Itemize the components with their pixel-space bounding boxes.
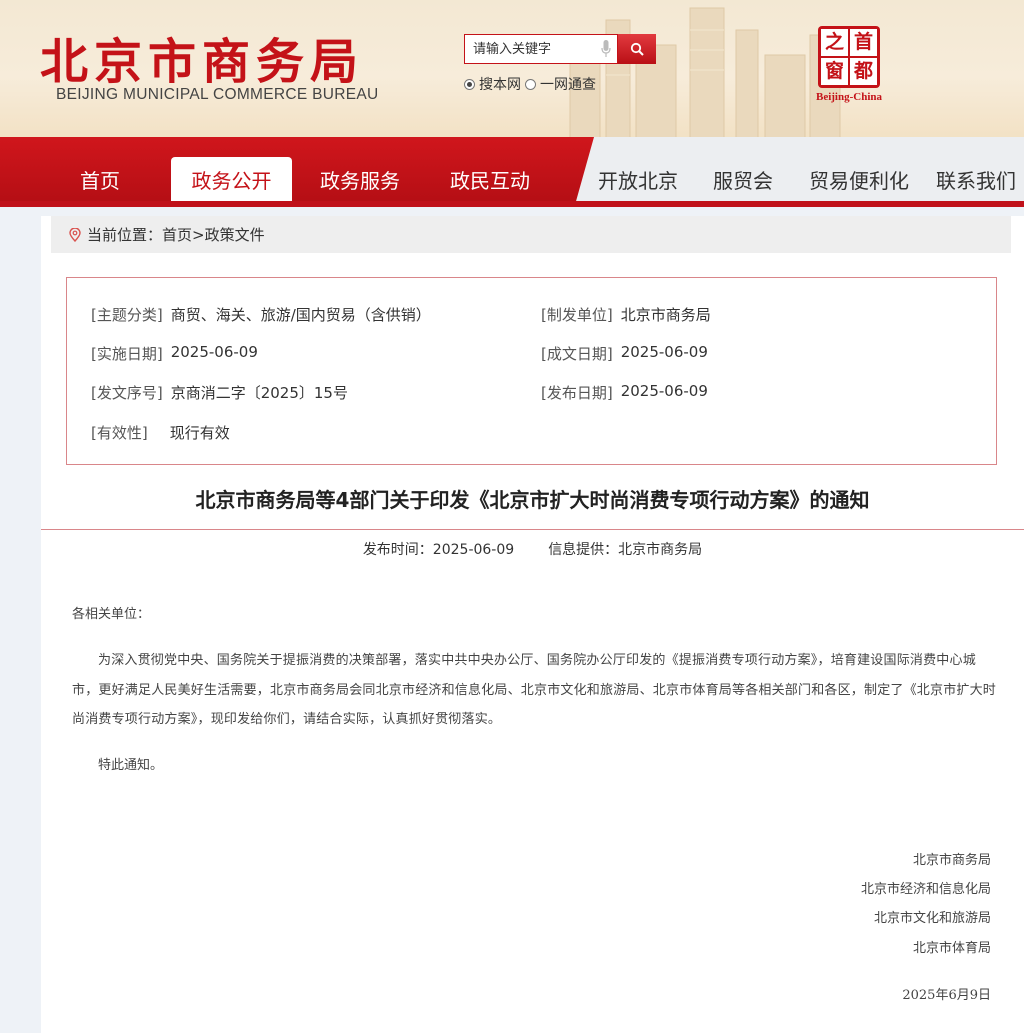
signature-date: 2025年6月9日 xyxy=(902,988,991,1003)
signature-line: 北京市文化和旅游局 xyxy=(873,911,991,926)
meta-label: [制发单位] xyxy=(541,306,613,324)
seal-char: 窗 xyxy=(821,58,848,85)
document-title: 北京市商务局等4部门关于印发《北京市扩大时尚消费专项行动方案》的通知 xyxy=(195,488,870,512)
meta-value: 现行有效 xyxy=(169,424,230,442)
meta-topic: [主题分类] 商贸、海关、旅游/国内贸易（含供销） xyxy=(91,304,431,325)
search-icon xyxy=(630,42,644,56)
nav-bottom-rule xyxy=(0,201,1024,207)
capital-window-logo[interactable]: 之 首 窗 都 Beijing-China xyxy=(814,26,884,106)
publish-time: 发布时间：2025-06-09 xyxy=(362,542,515,558)
nav-item-gov-affairs-open[interactable]: 政务公开 xyxy=(171,157,292,201)
title-divider xyxy=(41,529,1024,530)
meta-value: 北京市商务局 xyxy=(620,306,711,324)
signature-line: 北京市体育局 xyxy=(912,941,991,956)
scope-label-all[interactable]: 一网通查 xyxy=(540,74,596,94)
scope-radio-all[interactable] xyxy=(525,78,536,90)
capital-logo-seal: 之 首 窗 都 xyxy=(818,26,880,88)
nav-item-contact[interactable]: 联系我们 xyxy=(936,157,1024,201)
nav-item-gov-services[interactable]: 政务服务 xyxy=(310,157,410,201)
meta-label: [实施日期] xyxy=(91,345,163,363)
body-paragraph: 为深入贯彻党中央、国务院关于提振消费的决策部署，落实中共中央办公厅、国务院办公厅… xyxy=(72,653,997,727)
scope-radio-site[interactable] xyxy=(464,78,475,90)
meta-written-date: [成文日期] 2025-06-09 xyxy=(541,343,708,364)
meta-label: [发文序号] xyxy=(91,384,163,402)
search-scope: 搜本网 一网通查 xyxy=(464,74,600,94)
location-pin-icon xyxy=(69,227,81,242)
meta-value: 京商消二字〔2025〕15号 xyxy=(170,384,348,402)
main-nav: 首页 政务公开 政务服务 政民互动 开放北京 服贸会 贸易便利化 联系我们 xyxy=(0,137,1024,207)
search-input[interactable] xyxy=(465,35,589,63)
seal-char: 之 xyxy=(821,29,848,56)
site-header: 北京市商务局 BEIJING MUNICIPAL COMMERCE BUREAU… xyxy=(0,0,1024,140)
meta-validity: [有效性] 现行有效 xyxy=(91,422,230,443)
scope-label-site[interactable]: 搜本网 xyxy=(479,74,521,94)
breadcrumb-text[interactable]: 当前位置：首页>政策文件 xyxy=(87,224,265,245)
closing-line: 特此通知。 xyxy=(98,758,164,773)
meta-label: [主题分类] xyxy=(91,306,163,324)
content-panel: 当前位置：首页>政策文件 [主题分类] 商贸、海关、旅游/国内贸易（含供销） [… xyxy=(41,216,1024,1033)
document-meta-box: [主题分类] 商贸、海关、旅游/国内贸易（含供销） [制发单位] 北京市商务局 … xyxy=(66,277,997,465)
seal-char: 首 xyxy=(850,29,877,56)
meta-document-number: [发文序号] 京商消二字〔2025〕15号 xyxy=(91,382,348,403)
capital-logo-english: Beijing-China xyxy=(815,91,882,103)
meta-effective-date: [实施日期] 2025-06-09 xyxy=(91,343,258,364)
meta-value: 商贸、海关、旅游/国内贸易（含供销） xyxy=(170,306,431,324)
meta-publish-date: [发布日期] 2025-06-09 xyxy=(541,382,708,403)
meta-issuer: [制发单位] 北京市商务局 xyxy=(541,304,711,325)
info-source: 信息提供：北京市商务局 xyxy=(548,542,703,558)
search-box xyxy=(464,34,618,64)
nav-item-home[interactable]: 首页 xyxy=(60,157,140,201)
search-button[interactable] xyxy=(618,34,656,64)
meta-label: [成文日期] xyxy=(541,345,613,363)
signature-line: 北京市商务局 xyxy=(912,853,991,868)
nav-item-trade-facilitation[interactable]: 贸易便利化 xyxy=(800,157,918,201)
meta-label: [发布日期] xyxy=(541,384,613,402)
microphone-icon[interactable] xyxy=(601,40,611,58)
site-logo-chinese[interactable]: 北京市商务局 xyxy=(40,22,364,92)
nav-item-open-beijing[interactable]: 开放北京 xyxy=(588,157,688,201)
meta-label: [有效性] xyxy=(91,424,148,442)
nav-item-interaction[interactable]: 政民互动 xyxy=(440,157,540,201)
meta-value: 2025-06-09 xyxy=(620,343,708,361)
seal-char: 都 xyxy=(850,58,877,85)
salutation: 各相关单位： xyxy=(72,607,151,622)
document-info: 发布时间：2025-06-09 信息提供：北京市商务局 xyxy=(41,539,1024,559)
meta-value: 2025-06-09 xyxy=(620,382,708,400)
meta-value: 2025-06-09 xyxy=(170,343,258,361)
signature-line: 北京市经济和信息化局 xyxy=(860,882,991,897)
nav-item-ciftis[interactable]: 服贸会 xyxy=(703,157,783,201)
breadcrumb: 当前位置：首页>政策文件 xyxy=(51,216,1011,253)
site-logo-english[interactable]: BEIJING MUNICIPAL COMMERCE BUREAU xyxy=(56,86,379,104)
